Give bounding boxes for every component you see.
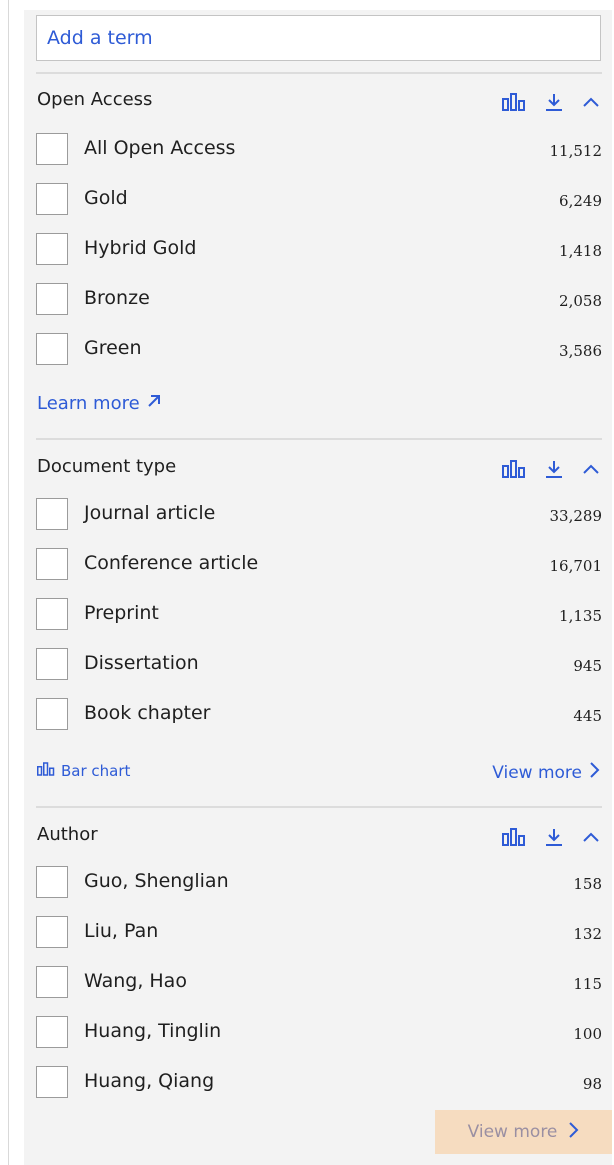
document-type-header-actions <box>502 459 600 479</box>
filter-label: All Open Access <box>84 137 236 159</box>
result-count: 445 <box>573 707 602 725</box>
divider <box>36 438 602 440</box>
checkbox[interactable] <box>36 283 68 315</box>
result-count: 945 <box>573 657 602 675</box>
list-item[interactable]: Preprint 1,135 <box>36 598 602 632</box>
filter-label: Preprint <box>84 602 159 624</box>
filter-label: Wang, Hao <box>84 970 187 992</box>
divider <box>36 72 602 74</box>
list-item[interactable]: Huang, Qiang 98 <box>36 1066 602 1100</box>
bar-chart-link[interactable]: Bar chart <box>37 762 130 780</box>
bar-chart-label: Bar chart <box>61 762 131 780</box>
chevron-up-icon[interactable] <box>582 463 600 475</box>
result-count: 6,249 <box>559 192 602 210</box>
checkbox[interactable] <box>36 133 68 165</box>
checkbox[interactable] <box>36 1066 68 1098</box>
filter-label: Dissertation <box>84 652 199 674</box>
checkbox[interactable] <box>36 1016 68 1048</box>
chevron-right-icon <box>588 761 600 784</box>
result-count: 132 <box>573 925 602 943</box>
list-item[interactable]: Bronze 2,058 <box>36 283 602 317</box>
list-item[interactable]: Liu, Pan 132 <box>36 916 602 950</box>
list-item[interactable]: Guo, Shenglian 158 <box>36 866 602 900</box>
filter-label: Bronze <box>84 287 150 309</box>
list-item[interactable]: Journal article 33,289 <box>36 498 602 532</box>
checkbox[interactable] <box>36 966 68 998</box>
checkbox[interactable] <box>36 233 68 265</box>
result-count: 1,135 <box>559 607 602 625</box>
list-item[interactable]: Wang, Hao 115 <box>36 966 602 1000</box>
checkbox[interactable] <box>36 333 68 365</box>
checkbox[interactable] <box>36 648 68 680</box>
result-count: 115 <box>573 975 602 993</box>
author-view-more-button[interactable]: View more <box>435 1110 612 1154</box>
divider <box>36 806 602 808</box>
chevron-up-icon[interactable] <box>582 831 600 843</box>
add-term-input[interactable] <box>36 15 601 61</box>
result-count: 1,418 <box>559 242 602 260</box>
list-item[interactable]: Dissertation 945 <box>36 648 602 682</box>
list-item[interactable]: All Open Access 11,512 <box>36 133 602 167</box>
download-icon[interactable] <box>544 92 564 112</box>
filter-label: Huang, Qiang <box>84 1070 215 1092</box>
arrow-up-right-icon <box>146 393 162 414</box>
list-item[interactable]: Conference article 16,701 <box>36 548 602 582</box>
result-count: 3,586 <box>559 342 602 360</box>
filter-label: Green <box>84 337 142 359</box>
checkbox[interactable] <box>36 916 68 948</box>
author-header-actions <box>502 827 600 847</box>
document-type-title: Document type <box>37 456 177 477</box>
list-item[interactable]: Book chapter 445 <box>36 698 602 732</box>
filter-label: Huang, Tinglin <box>84 1020 222 1042</box>
open-access-header-actions <box>502 92 600 112</box>
left-border <box>8 0 9 1165</box>
result-count: 100 <box>573 1025 602 1043</box>
chevron-right-icon <box>567 1121 579 1144</box>
list-item[interactable]: Gold 6,249 <box>36 183 602 217</box>
result-count: 158 <box>573 875 602 893</box>
view-more-label: View more <box>467 1122 558 1142</box>
result-count: 98 <box>582 1075 602 1093</box>
checkbox[interactable] <box>36 498 68 530</box>
filter-label: Gold <box>84 187 128 209</box>
result-count: 33,289 <box>549 507 603 525</box>
filter-label: Guo, Shenglian <box>84 870 229 892</box>
checkbox[interactable] <box>36 866 68 898</box>
view-more-link[interactable]: View more <box>492 761 600 784</box>
bar-chart-icon <box>37 762 55 780</box>
download-icon[interactable] <box>544 459 564 479</box>
filter-label: Conference article <box>84 552 259 574</box>
checkbox[interactable] <box>36 698 68 730</box>
list-item[interactable]: Hybrid Gold 1,418 <box>36 233 602 267</box>
checkbox[interactable] <box>36 598 68 630</box>
list-item[interactable]: Green 3,586 <box>36 333 602 367</box>
learn-more-link[interactable]: Learn more <box>37 393 162 414</box>
filter-label: Journal article <box>84 502 216 524</box>
view-more-label: View more <box>492 762 582 783</box>
result-count: 11,512 <box>549 142 603 160</box>
list-item[interactable]: Huang, Tinglin 100 <box>36 1016 602 1050</box>
result-count: 16,701 <box>549 557 603 575</box>
result-count: 2,058 <box>559 292 602 310</box>
open-access-title: Open Access <box>37 89 153 110</box>
author-title: Author <box>37 824 98 845</box>
learn-more-label: Learn more <box>37 393 140 414</box>
checkbox[interactable] <box>36 548 68 580</box>
filter-label: Hybrid Gold <box>84 237 197 259</box>
filter-label: Liu, Pan <box>84 920 159 942</box>
bar-chart-icon[interactable] <box>502 460 526 478</box>
filter-label: Book chapter <box>84 702 211 724</box>
chevron-up-icon[interactable] <box>582 96 600 108</box>
download-icon[interactable] <box>544 827 564 847</box>
bar-chart-icon[interactable] <box>502 828 526 846</box>
bar-chart-icon[interactable] <box>502 93 526 111</box>
checkbox[interactable] <box>36 183 68 215</box>
